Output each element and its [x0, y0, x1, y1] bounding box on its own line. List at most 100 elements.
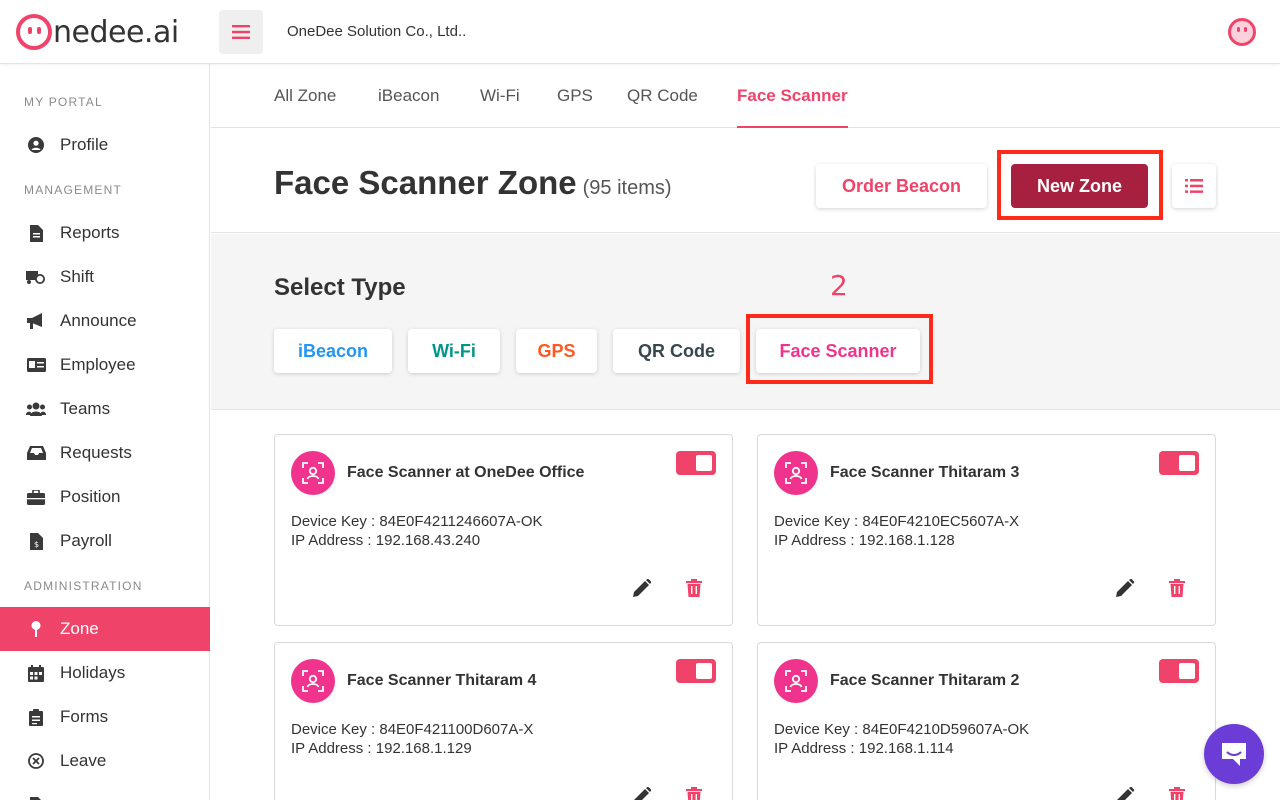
logo-face-icon — [16, 14, 52, 50]
calendar-icon — [26, 664, 46, 682]
tab-face-scanner[interactable]: Face Scanner — [737, 86, 848, 128]
sidebar-item-label: Forms — [60, 707, 109, 726]
sidebar-item-label: Announce — [60, 311, 137, 330]
sidebar-item-profile[interactable]: Profile — [0, 123, 210, 167]
face-scan-icon — [774, 659, 818, 703]
sidebar-item-teams[interactable]: Teams — [0, 387, 210, 431]
ip-address: IP Address : 192.168.1.129 — [291, 740, 472, 757]
type-gps-button[interactable]: GPS — [516, 329, 597, 373]
trash-icon — [686, 579, 702, 597]
type-wifi-button[interactable]: Wi-Fi — [408, 329, 500, 373]
pencil-icon — [634, 787, 651, 800]
edit-button[interactable] — [1114, 785, 1136, 800]
page-title-text: Face Scanner Zone — [274, 164, 577, 201]
sidebar-item-label: Reports — [60, 223, 120, 242]
sidebar-item-label: Holidays — [60, 663, 126, 682]
map-pin-icon — [26, 620, 46, 638]
sidebar-item-label: Position — [60, 487, 121, 506]
sidebar-item-label: Requests — [60, 443, 132, 462]
tab-wifi[interactable]: Wi-Fi — [480, 86, 520, 128]
enable-toggle[interactable] — [676, 659, 716, 683]
trash-icon — [1169, 787, 1185, 800]
edit-button[interactable] — [631, 577, 653, 599]
ip-address: IP Address : 192.168.1.114 — [774, 740, 954, 757]
document-icon — [26, 796, 46, 800]
zone-card[interactable]: Face Scanner at OneDee Office Device Key… — [274, 434, 733, 626]
device-key: Device Key : 84E0F4210EC5607A-X — [774, 513, 1020, 530]
card-title: Face Scanner at OneDee Office — [347, 464, 585, 481]
chat-support-button[interactable] — [1204, 724, 1264, 784]
sidebar-item-employee[interactable]: Employee — [0, 343, 210, 387]
id-card-icon — [26, 356, 46, 374]
pencil-icon — [1116, 579, 1134, 597]
pencil-icon — [1117, 787, 1134, 800]
face-scan-icon — [291, 451, 335, 495]
delete-button[interactable] — [683, 577, 705, 599]
sidebar-item-announce[interactable]: Announce — [0, 299, 210, 343]
order-beacon-button[interactable]: Order Beacon — [816, 164, 987, 208]
sidebar-item-label: Zone — [60, 619, 99, 638]
sidebar-item-partial[interactable] — [0, 783, 210, 800]
trash-icon — [1169, 579, 1185, 597]
hamburger-menu-button[interactable] — [219, 10, 263, 54]
enable-toggle[interactable] — [1159, 451, 1199, 475]
briefcase-icon — [26, 488, 46, 506]
device-key: Device Key : 84E0F4210D59607A-OK — [774, 721, 1030, 738]
sidebar-item-label: Profile — [60, 135, 109, 154]
delete-button[interactable] — [1166, 785, 1188, 800]
sidebar-item-label: Employee — [60, 355, 136, 374]
edit-button[interactable] — [631, 785, 653, 800]
enable-toggle[interactable] — [676, 451, 716, 475]
sidebar-item-label: Shift — [60, 267, 95, 286]
sidebar-item-requests[interactable]: Requests — [0, 431, 210, 475]
tab-ibeacon[interactable]: iBeacon — [378, 86, 439, 128]
list-icon — [1185, 179, 1203, 193]
user-avatar[interactable] — [1228, 18, 1256, 46]
type-ibeacon-button[interactable]: iBeacon — [274, 329, 392, 373]
sidebar-item-payroll[interactable]: $ Payroll — [0, 519, 210, 563]
page-title: Face Scanner Zone (95 items) — [274, 164, 672, 202]
sidebar-item-forms[interactable]: Forms — [0, 695, 210, 739]
sidebar-item-leave[interactable]: Leave — [0, 739, 210, 783]
megaphone-icon — [26, 312, 46, 330]
truck-clock-icon — [26, 268, 46, 286]
list-view-button[interactable] — [1172, 164, 1216, 208]
enable-toggle[interactable] — [1159, 659, 1199, 683]
trash-icon — [686, 787, 702, 800]
edit-button[interactable] — [1114, 577, 1136, 599]
device-key: Device Key : 84E0F421100D607A-X — [291, 721, 534, 738]
delete-button[interactable] — [1166, 577, 1188, 599]
svg-text:$: $ — [33, 540, 38, 549]
tab-gps[interactable]: GPS — [557, 86, 593, 128]
zone-card[interactable]: Face Scanner Thitaram 2 Device Key : 84E… — [757, 642, 1216, 800]
card-title: Face Scanner Thitaram 2 — [830, 672, 1020, 689]
new-zone-button[interactable]: New Zone — [1011, 164, 1148, 208]
type-face-scanner-button[interactable]: Face Scanner — [756, 329, 920, 373]
section-administration: ADMINISTRATION — [24, 579, 143, 593]
sidebar-item-zone[interactable]: Zone — [0, 607, 210, 651]
zone-card[interactable]: Face Scanner Thitaram 3 Device Key : 84E… — [757, 434, 1216, 626]
zone-card[interactable]: Face Scanner Thitaram 4 Device Key : 84E… — [274, 642, 733, 800]
card-title: Face Scanner Thitaram 3 — [830, 464, 1020, 481]
sidebar-item-label: Payroll — [60, 531, 112, 550]
zone-card-grid: Face Scanner at OneDee Office Device Key… — [211, 410, 1280, 800]
sidebar-item-holidays[interactable]: Holidays — [0, 651, 210, 695]
sidebar-item-shift[interactable]: Shift — [0, 255, 210, 299]
logo-text: nedee.ai — [53, 14, 179, 50]
sidebar-item-reports[interactable]: Reports — [0, 211, 210, 255]
sidebar-item-position[interactable]: Position — [0, 475, 210, 519]
delete-button[interactable] — [683, 785, 705, 800]
tab-all-zone[interactable]: All Zone — [274, 86, 336, 128]
chat-icon — [1222, 743, 1246, 766]
hamburger-icon — [232, 25, 250, 39]
face-scan-icon — [291, 659, 335, 703]
clipboard-icon — [26, 708, 46, 726]
item-count: (95 items) — [582, 177, 672, 199]
top-bar: nedee.ai OneDee Solution Co., Ltd.. — [0, 0, 1280, 64]
section-my-portal: MY PORTAL — [24, 95, 103, 109]
onedee-logo[interactable]: nedee.ai — [16, 13, 179, 51]
tab-qr-code[interactable]: QR Code — [627, 86, 698, 128]
annotation-number-2: 2 — [830, 269, 848, 302]
face-scan-icon — [774, 451, 818, 495]
type-qr-code-button[interactable]: QR Code — [613, 329, 740, 373]
